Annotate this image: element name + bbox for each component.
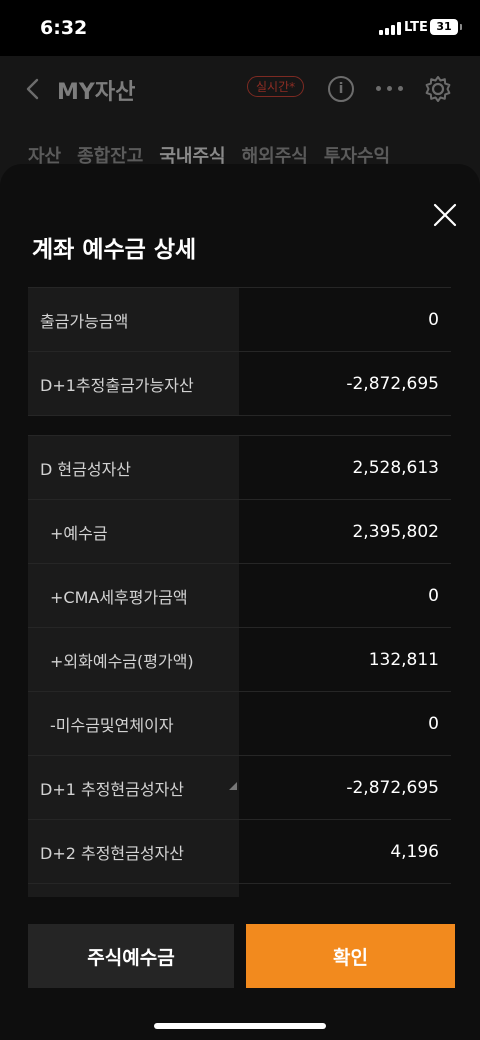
- stock-deposit-button[interactable]: 주식예수금: [28, 924, 234, 988]
- status-time: 6:32: [40, 17, 88, 39]
- table-row: D+1추정출금가능자산 -2,872,695: [28, 351, 451, 415]
- table-row: +외화예수금(평가액) 132,811: [28, 627, 451, 691]
- table-row-partial: [28, 883, 451, 897]
- row-label: -미수금및연체이자: [28, 692, 239, 755]
- row-label: 출금가능금액: [28, 288, 239, 351]
- row-label: D+2 추정현금성자산: [28, 820, 239, 883]
- info-icon[interactable]: i: [328, 76, 354, 102]
- page-title: MY자산: [57, 80, 136, 105]
- table-row: +CMA세후평가금액 0: [28, 563, 451, 627]
- row-value: 132,811: [239, 628, 451, 691]
- row-value: 4,196: [239, 820, 451, 883]
- status-bar: 6:32 LTE 31: [0, 0, 480, 56]
- row-label: +외화예수금(평가액): [28, 628, 239, 691]
- row-label-text: D+1 추정현금성자산: [40, 779, 185, 799]
- row-value: 2,395,802: [239, 500, 451, 563]
- network-label: LTE: [404, 20, 428, 35]
- table-row-expandable[interactable]: D+1 추정현금성자산 -2,872,695: [28, 755, 451, 819]
- row-label: D 현금성자산: [28, 436, 239, 499]
- close-icon[interactable]: [432, 202, 458, 228]
- table-row: 출금가능금액 0: [28, 287, 451, 351]
- table-row: D+2 추정현금성자산 4,196: [28, 819, 451, 883]
- expand-corner-icon[interactable]: [229, 782, 237, 790]
- deposit-table: 출금가능금액 0 D+1추정출금가능자산 -2,872,695 D 현금성자산 …: [28, 287, 451, 897]
- more-icon[interactable]: [376, 86, 403, 91]
- row-value: 0: [239, 288, 451, 351]
- row-value: 0: [239, 692, 451, 755]
- battery-icon: 31: [430, 19, 462, 35]
- row-value: -2,872,695: [239, 756, 451, 819]
- table-row: D 현금성자산 2,528,613: [28, 435, 451, 499]
- signal-icon: [379, 22, 401, 35]
- row-label: +CMA세후평가금액: [28, 564, 239, 627]
- table-row: +예수금 2,395,802: [28, 499, 451, 563]
- table-row: -미수금및연체이자 0: [28, 691, 451, 755]
- deposit-detail-sheet: 계좌 예수금 상세 출금가능금액 0 D+1추정출금가능자산 -2,872,69…: [0, 164, 480, 1040]
- confirm-button[interactable]: 확인: [246, 924, 455, 988]
- row-value-empty: [239, 884, 451, 897]
- row-label: D+1추정출금가능자산: [28, 352, 239, 415]
- realtime-badge[interactable]: 실시간*: [247, 76, 305, 97]
- sheet-title: 계좌 예수금 상세: [32, 237, 197, 263]
- row-value: 0: [239, 564, 451, 627]
- back-icon[interactable]: [24, 78, 40, 100]
- row-value: -2,872,695: [239, 352, 451, 415]
- row-label: D+1 추정현금성자산: [28, 756, 239, 819]
- row-value: 2,528,613: [239, 436, 451, 499]
- table-divider: [28, 415, 451, 435]
- row-label: +예수금: [28, 500, 239, 563]
- home-indicator[interactable]: [154, 1023, 326, 1029]
- gear-icon[interactable]: [423, 74, 453, 104]
- row-label-empty: [28, 884, 239, 897]
